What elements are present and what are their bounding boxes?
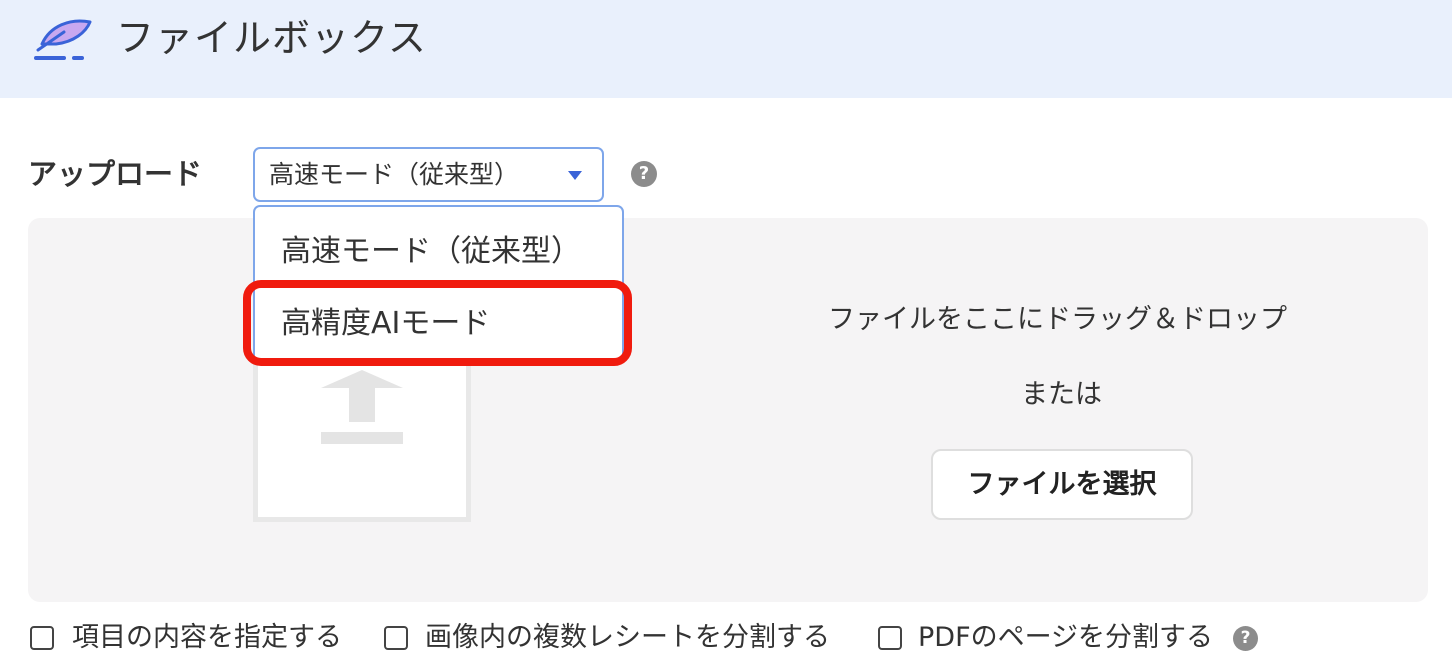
checkbox-label-split-pdf-pages: PDFのページを分割する	[918, 622, 1214, 653]
drop-instruction: ファイルをここにドラッグ＆ドロップ	[828, 304, 1287, 335]
choose-file-button[interactable]: ファイルを選択	[931, 449, 1193, 520]
upload-arrow-icon	[321, 370, 403, 444]
question-icon-pdf[interactable]: ?	[1233, 626, 1258, 651]
dropdown-option-ai-mode[interactable]: 高精度AIモード	[281, 304, 490, 344]
or-text: または	[1021, 379, 1102, 410]
checkbox-split-pdf-pages[interactable]	[878, 626, 902, 650]
upload-mode-dropdown-menu: 高速モード（従来型） 高精度AIモード	[253, 205, 624, 365]
checkbox-label-split-receipts: 画像内の複数レシートを分割する	[425, 622, 830, 653]
checkbox-split-receipts[interactable]	[384, 626, 408, 650]
upload-label: アップロード	[28, 157, 203, 191]
caret-down-icon	[568, 171, 582, 180]
dropdown-option-fast-mode[interactable]: 高速モード（従来型）	[281, 232, 581, 272]
upload-mode-selected-value: 高速モード（従来型）	[269, 160, 520, 189]
checkbox-specify-items[interactable]	[30, 626, 54, 650]
question-icon[interactable]: ?	[631, 161, 657, 187]
feather-pen-icon	[34, 19, 92, 60]
file-drop-zone[interactable]	[28, 218, 1428, 602]
app-title: ファイルボックス	[116, 16, 427, 60]
app-header: ファイルボックス	[0, 0, 1452, 98]
upload-mode-select[interactable]: 高速モード（従来型）	[253, 147, 604, 202]
checkbox-label-specify-items: 項目の内容を指定する	[72, 622, 342, 653]
